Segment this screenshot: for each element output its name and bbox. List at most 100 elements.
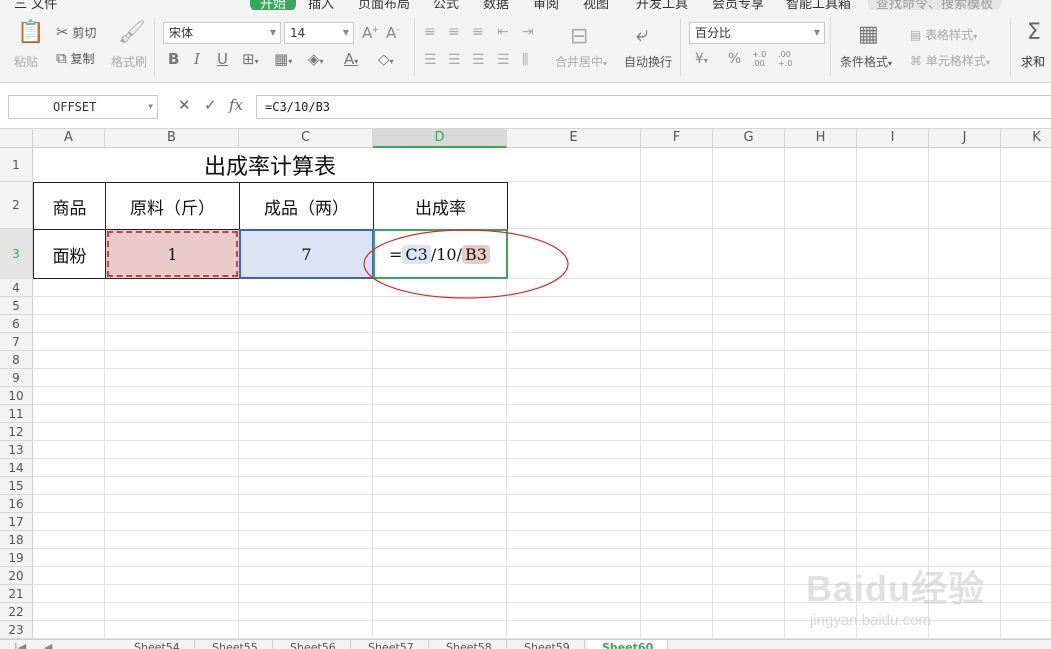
menu-page-layout[interactable]: 页面布局	[358, 0, 410, 10]
row-header-6[interactable]: 6	[0, 315, 33, 333]
column-header-a[interactable]: A	[33, 129, 105, 148]
cell-style-button[interactable]: ⌘ 单元格样式▾	[910, 52, 990, 69]
table-style-button[interactable]: ▤ 表格样式▾	[910, 26, 977, 43]
wrap-text-button[interactable]: 自动换行	[624, 53, 672, 70]
currency-button[interactable]: ¥▾	[695, 51, 708, 67]
column-header-f[interactable]: F	[641, 129, 713, 148]
row-header-8[interactable]: 8	[0, 351, 33, 369]
prev-sheet-nav-icon[interactable]: ◀	[30, 640, 66, 649]
align-center-icon[interactable]: ☰	[448, 52, 461, 68]
command-search-input[interactable]: 查找命令、搜索模板	[868, 0, 1002, 10]
row-header-2[interactable]: 2	[0, 182, 33, 229]
select-all-corner[interactable]	[0, 129, 33, 148]
align-top-icon[interactable]: ≡	[424, 24, 436, 40]
format-painter-button[interactable]: 格式刷	[111, 53, 147, 70]
increase-font-button[interactable]: A+	[362, 24, 379, 42]
column-header-h[interactable]: H	[785, 129, 857, 148]
decrease-decimal-button[interactable]: .00 +.0	[778, 50, 796, 68]
row-header-14[interactable]: 14	[0, 459, 33, 477]
fill-color-button[interactable]: ◈▾	[308, 50, 324, 68]
indent-increase-icon[interactable]: ⇥	[522, 24, 534, 40]
name-box[interactable]: OFFSET ▼	[8, 95, 158, 119]
table-title[interactable]: 出成率计算表	[33, 148, 507, 182]
row-header-10[interactable]: 10	[0, 387, 33, 405]
column-header-e[interactable]: E	[507, 129, 641, 148]
header-raw-material[interactable]: 原料（斤）	[105, 182, 240, 230]
paste-icon[interactable]: 📋	[17, 20, 44, 45]
justify-icon[interactable]: ☰	[497, 52, 510, 68]
menu-developer[interactable]: 开发工具	[636, 0, 688, 10]
formula-input[interactable]: =C3/10/B3	[256, 95, 1051, 119]
menu-file[interactable]: 三 文件	[14, 0, 57, 10]
sheet-tab[interactable]: Sheet55	[198, 640, 273, 649]
decrease-font-button[interactable]: A-	[386, 24, 399, 42]
percent-button[interactable]: %	[728, 51, 741, 67]
menu-review[interactable]: 审阅	[533, 0, 559, 10]
align-left-icon[interactable]: ☰	[424, 52, 437, 68]
distribute-icon[interactable]: ⫼	[522, 52, 528, 68]
row-header-13[interactable]: 13	[0, 441, 33, 459]
row-header-9[interactable]: 9	[0, 369, 33, 387]
menu-insert[interactable]: 插入	[308, 0, 334, 10]
font-size-select[interactable]: 14 ▼	[284, 22, 354, 44]
column-header-i[interactable]: I	[857, 129, 929, 148]
column-header-c[interactable]: C	[239, 129, 373, 148]
border-button[interactable]: ⊞▾	[242, 50, 259, 68]
sheet-tab[interactable]: Sheet56	[276, 640, 351, 649]
row-header-20[interactable]: 20	[0, 567, 33, 585]
row-header-18[interactable]: 18	[0, 531, 33, 549]
row-header-3[interactable]: 3	[0, 229, 33, 279]
menu-member[interactable]: 会员专享	[712, 0, 764, 10]
italic-button[interactable]: I	[194, 50, 200, 68]
number-format-select[interactable]: 百分比 ▼	[689, 22, 825, 44]
confirm-icon[interactable]: ✓	[204, 96, 217, 114]
row-header-19[interactable]: 19	[0, 549, 33, 567]
menu-toolbox[interactable]: 智能工具箱	[786, 0, 851, 10]
row-header-21[interactable]: 21	[0, 585, 33, 603]
sheet-tab[interactable]: Sheet58	[432, 640, 507, 649]
fill-style-button[interactable]: ▦▾	[274, 50, 292, 68]
increase-decimal-button[interactable]: +.0 .00	[752, 50, 770, 68]
bold-button[interactable]: B	[168, 50, 179, 68]
column-header-d[interactable]: D	[373, 129, 507, 148]
column-header-k[interactable]: K	[1001, 129, 1051, 148]
conditional-format-button[interactable]: 条件格式▾	[840, 53, 892, 70]
menu-formulas[interactable]: 公式	[433, 0, 459, 10]
cell-item[interactable]: 面粉	[33, 229, 106, 279]
copy-button[interactable]: ⧉ 复制	[56, 50, 95, 67]
paste-button[interactable]: 粘贴	[14, 53, 38, 70]
row-header-17[interactable]: 17	[0, 513, 33, 531]
sheet-tab[interactable]: Sheet54	[120, 640, 195, 649]
sheet-tab-active[interactable]: Sheet60	[588, 640, 669, 649]
font-name-select[interactable]: 宋体 ▼	[163, 22, 281, 44]
row-header-12[interactable]: 12	[0, 423, 33, 441]
row-header-23[interactable]: 23	[0, 621, 33, 639]
column-header-b[interactable]: B	[105, 129, 239, 148]
menu-home[interactable]: 开始	[250, 0, 297, 10]
column-header-j[interactable]: J	[929, 129, 1001, 148]
underline-button[interactable]: U	[217, 50, 228, 68]
column-header-g[interactable]: G	[713, 129, 785, 148]
align-right-icon[interactable]: ☰	[472, 52, 485, 68]
align-bottom-icon[interactable]: ≡	[472, 24, 484, 40]
row-header-16[interactable]: 16	[0, 495, 33, 513]
sum-button[interactable]: 求和	[1021, 53, 1045, 70]
font-color-button[interactable]: A▾	[344, 50, 358, 68]
header-item[interactable]: 商品	[33, 182, 106, 230]
cell-product-c3[interactable]: 7	[239, 229, 374, 279]
row-header-4[interactable]: 4	[0, 279, 33, 297]
sheet-tab[interactable]: Sheet59	[510, 640, 585, 649]
menu-view[interactable]: 视图	[583, 0, 609, 10]
sheet-tab[interactable]: Sheet57	[354, 640, 429, 649]
row-header-22[interactable]: 22	[0, 603, 33, 621]
header-product[interactable]: 成品（两）	[239, 182, 374, 230]
merge-center-button[interactable]: 合并居中▾	[555, 53, 607, 70]
menu-data[interactable]: 数据	[483, 0, 509, 10]
row-header-7[interactable]: 7	[0, 333, 33, 351]
cancel-icon[interactable]: ✕	[178, 96, 191, 114]
cut-button[interactable]: ✂ 剪切	[56, 24, 96, 41]
cell-raw-b3[interactable]: 1	[105, 229, 240, 279]
indent-decrease-icon[interactable]: ⇤	[497, 24, 509, 40]
row-header-11[interactable]: 11	[0, 405, 33, 423]
align-middle-icon[interactable]: ≡	[448, 24, 460, 40]
